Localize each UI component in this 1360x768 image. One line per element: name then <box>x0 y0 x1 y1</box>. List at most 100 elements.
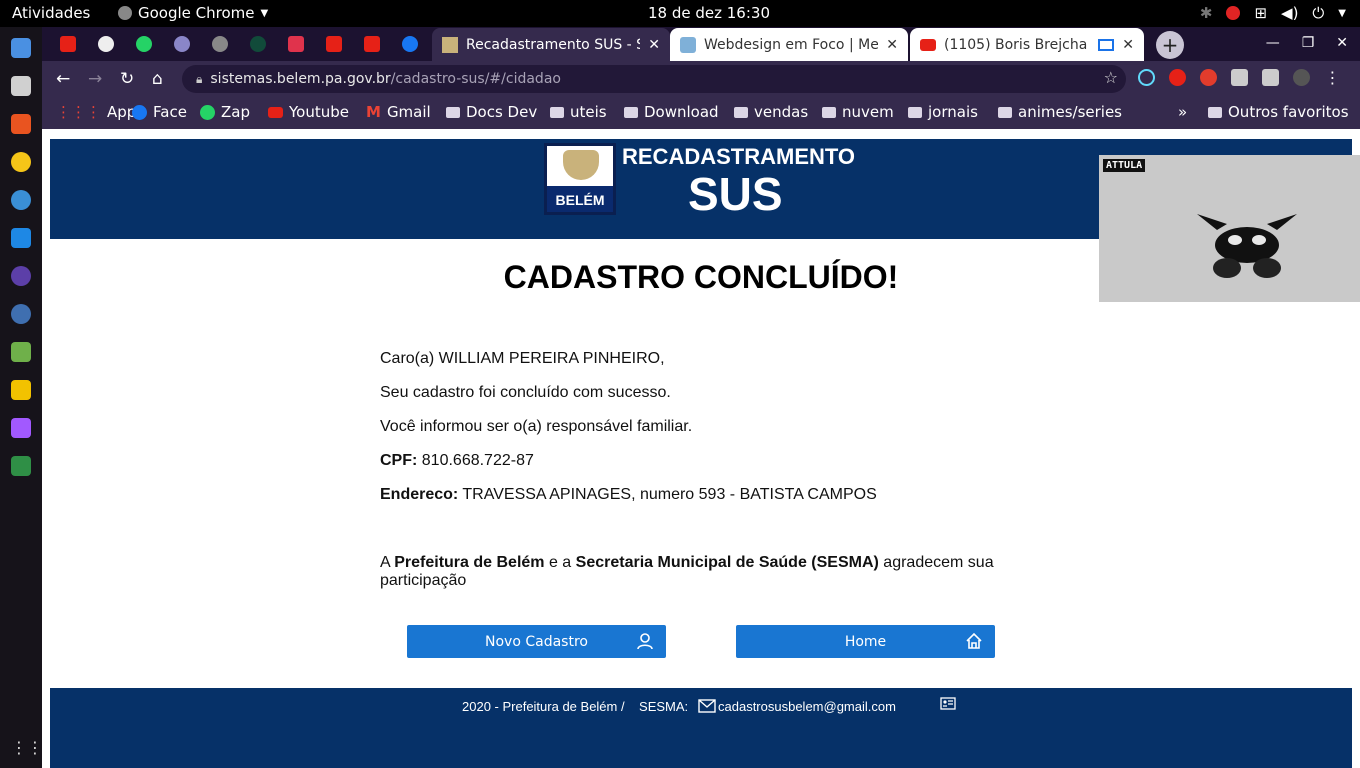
picture-in-picture-icon <box>1098 38 1115 51</box>
extensions: ⋮ <box>1138 69 1341 86</box>
page-footer: 2020 - Prefeitura de Belém / SESMA: cada… <box>50 688 1352 768</box>
tab-strip: Recadastramento SUS - SE ✕ Webdesign em … <box>42 27 1360 61</box>
pinned-tab-7[interactable] <box>278 30 314 58</box>
app-icon-8[interactable] <box>11 304 31 324</box>
vscode-icon[interactable] <box>11 228 31 248</box>
app-icon-1[interactable] <box>11 38 31 58</box>
bookmark-label: Zap <box>221 103 250 121</box>
reload-icon[interactable]: ↻ <box>120 69 134 89</box>
volume-icon[interactable]: ◀) <box>1281 4 1298 22</box>
house-icon <box>966 632 982 649</box>
url-domain: sistemas.belem.pa.gov.br <box>210 71 391 87</box>
bookmark-download[interactable]: Download <box>624 103 719 121</box>
app-icon-9[interactable] <box>11 342 31 362</box>
logo-text: BELÉM <box>547 186 613 212</box>
bookmark-jornais[interactable]: jornais <box>908 103 978 121</box>
success-text: Seu cadastro foi concluído com sucesso. <box>380 384 671 401</box>
dock: ⋮⋮ <box>0 27 43 768</box>
pinned-tab-facebook[interactable] <box>392 30 428 58</box>
bookmark-face[interactable]: Face <box>132 103 187 121</box>
youtube-ext-icon[interactable] <box>1169 69 1186 86</box>
pinned-tab-youtube-2[interactable] <box>316 30 352 58</box>
bookmark-apps[interactable]: ⋮⋮⋮ Apps <box>56 103 144 121</box>
gmail-indicator-icon[interactable] <box>1226 6 1241 20</box>
files-icon[interactable] <box>11 76 31 96</box>
bookmark-vendas[interactable]: vendas <box>734 103 808 121</box>
novo-cadastro-button[interactable]: Novo Cadastro <box>407 625 666 658</box>
app-menu[interactable]: Google Chrome ▼ <box>118 4 268 22</box>
home-icon[interactable]: ⌂ <box>152 69 163 89</box>
app-icon-12[interactable] <box>11 456 31 476</box>
chevron-down-icon[interactable]: ▼ <box>1338 8 1346 19</box>
clock[interactable]: 18 de dez 16:30 <box>648 4 770 22</box>
address-bar[interactable]: 🔒︎ sistemas.belem.pa.gov.br/cadastro-sus… <box>182 65 1126 93</box>
software-center-icon[interactable] <box>11 114 31 134</box>
bookmark-gmail[interactable]: M Gmail <box>366 103 431 121</box>
bookmark-other[interactable]: Outros favoritos <box>1208 103 1349 121</box>
youtube-icon <box>364 36 380 52</box>
menu-icon[interactable]: ⋮ <box>1324 69 1341 86</box>
tab-title: Webdesign em Foco | Meu <box>704 36 879 53</box>
picture-in-picture-video[interactable]: ATTULA <box>1099 155 1360 302</box>
tab-boris-brejcha[interactable]: (1105) Boris Brejcha Sh ✕ <box>910 28 1144 61</box>
coat-of-arms-icon <box>563 150 599 180</box>
bookmark-label: animes/series <box>1018 103 1122 121</box>
bookmark-zap[interactable]: Zap <box>200 103 250 121</box>
show-apps-icon[interactable]: ⋮⋮ <box>11 738 43 758</box>
minimize-icon[interactable]: — <box>1266 35 1280 51</box>
app-icon-7[interactable] <box>11 266 31 286</box>
bookmarks-overflow[interactable]: » <box>1178 103 1187 121</box>
bookmark-uteis[interactable]: uteis <box>550 103 607 121</box>
adblock-icon[interactable] <box>1200 69 1217 86</box>
site-favicon-icon <box>680 36 696 53</box>
chrome-dock-icon[interactable] <box>11 152 31 172</box>
home-button[interactable]: Home <box>736 625 995 658</box>
tab-recadastramento[interactable]: Recadastramento SUS - SE ✕ <box>432 28 670 61</box>
cpf-value: 810.668.722-87 <box>417 452 534 469</box>
maximize-icon[interactable]: ❐ <box>1302 35 1315 51</box>
react-devtools-icon[interactable] <box>1138 69 1155 86</box>
close-icon[interactable]: ✕ <box>648 37 660 53</box>
tab-webdesign[interactable]: Webdesign em Foco | Meu ✕ <box>670 28 908 61</box>
cartoon-rabbit-icon <box>1197 214 1297 278</box>
pinned-tab-youtube[interactable] <box>50 30 86 58</box>
power-icon[interactable]: ⏻ <box>1312 4 1324 22</box>
star-icon[interactable]: ☆ <box>1104 68 1118 87</box>
app-icon-5[interactable] <box>11 190 31 210</box>
network-icon[interactable]: ⊞ <box>1254 4 1267 22</box>
bookmark-youtube[interactable]: Youtube <box>268 103 349 121</box>
footer-email[interactable]: cadastrosusbelem@gmail.com <box>718 699 896 714</box>
bluetooth-icon[interactable]: ✱ <box>1200 4 1213 22</box>
figma-icon[interactable] <box>11 418 31 438</box>
pinned-tab-github[interactable] <box>88 30 124 58</box>
responsible-text: Você informou ser o(a) responsável famil… <box>380 418 693 435</box>
lock-icon: 🔒︎ <box>196 71 203 86</box>
site-icon <box>288 36 304 52</box>
forward-icon[interactable]: → <box>88 69 102 89</box>
address-label: Endereco: <box>380 486 459 503</box>
new-tab-button[interactable]: + <box>1156 31 1184 59</box>
pinned-tab-4[interactable] <box>164 30 200 58</box>
facebook-icon <box>132 104 147 120</box>
tab-title: (1105) Boris Brejcha Sh <box>944 36 1090 53</box>
system-tray[interactable]: ✱ ⊞ ◀) ⏻ ▼ <box>1200 4 1346 22</box>
pinned-tab-6[interactable] <box>240 30 276 58</box>
close-icon[interactable]: ✕ <box>1122 37 1134 53</box>
pinned-tab-5[interactable] <box>202 30 238 58</box>
pinned-tab-youtube-3[interactable] <box>354 30 390 58</box>
activities-button[interactable]: Atividades <box>12 4 90 22</box>
close-window-icon[interactable]: ✕ <box>1336 35 1348 51</box>
thanks-org1: Prefeitura de Belém <box>394 554 545 571</box>
bookmark-docs-dev[interactable]: Docs Dev <box>446 103 537 121</box>
back-icon[interactable]: ← <box>56 69 70 89</box>
prefeitura-logo: BELÉM <box>544 143 616 215</box>
bookmark-animes-series[interactable]: animes/series <box>998 103 1122 121</box>
avatar[interactable] <box>1293 69 1310 86</box>
bookmark-nuvem[interactable]: nuvem <box>822 103 894 121</box>
chevron-down-icon: ▼ <box>260 7 269 19</box>
close-icon[interactable]: ✕ <box>886 37 898 53</box>
pinned-tab-whatsapp[interactable] <box>126 30 162 58</box>
app-icon-10[interactable] <box>11 380 31 400</box>
puzzle-icon[interactable] <box>1231 69 1248 86</box>
media-icon[interactable] <box>1262 69 1279 86</box>
